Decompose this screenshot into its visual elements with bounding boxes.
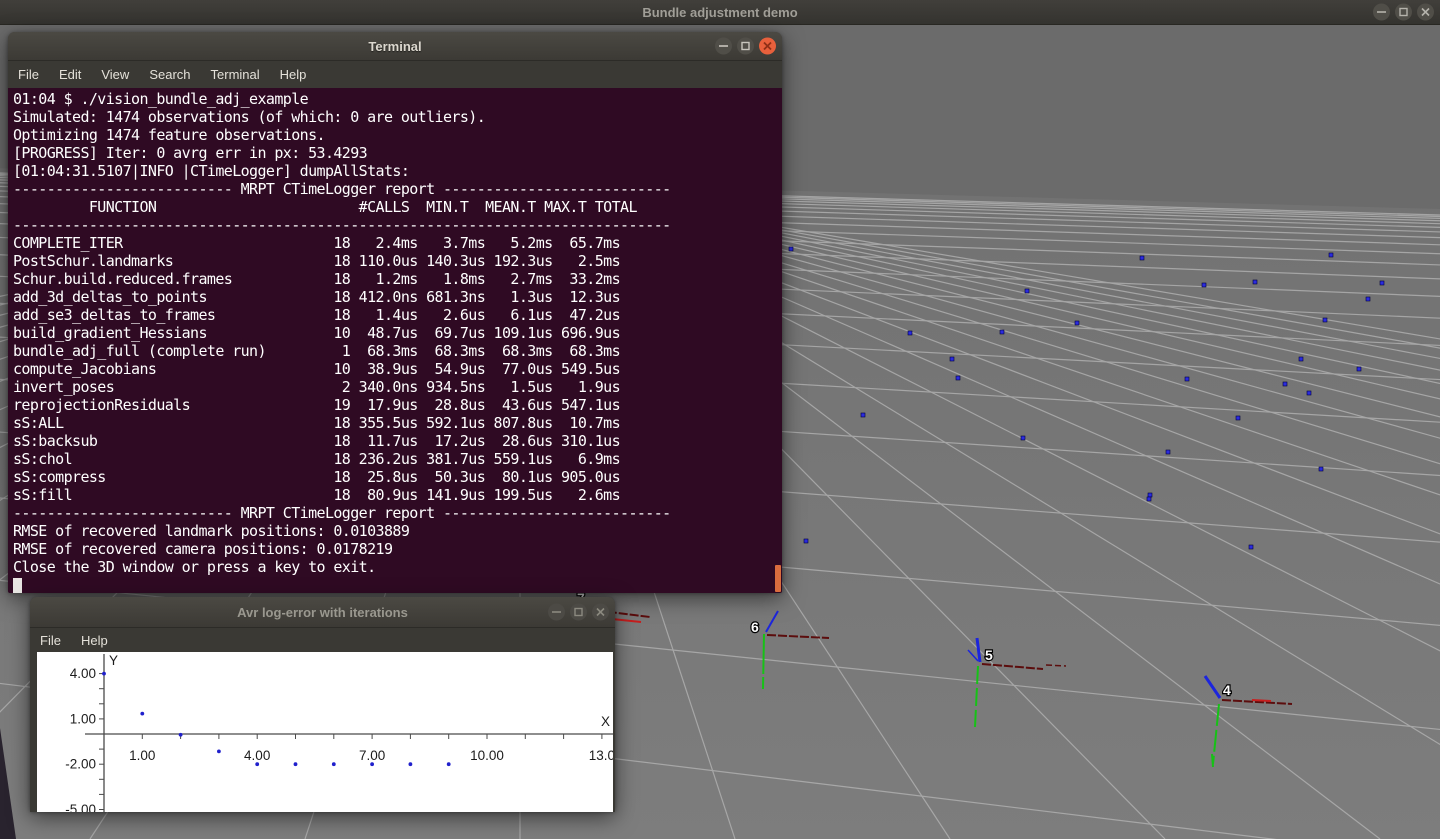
landmark-point (1025, 289, 1029, 293)
y-tick-label: 4.00 (70, 666, 96, 681)
data-point (409, 762, 413, 766)
close-icon[interactable] (759, 38, 776, 55)
x-tick-label: 10.00 (470, 748, 504, 763)
landmark-point (1329, 253, 1333, 257)
terminal-body[interactable]: 01:04 $ ./vision_bundle_adj_example Simu… (8, 88, 782, 593)
menu-item-search[interactable]: Search (139, 63, 200, 86)
terminal-window: Terminal FileEditViewSearchTerminalHelp … (8, 32, 782, 592)
minimize-icon[interactable] (1373, 4, 1390, 21)
x-tick-label: 13.0 (589, 748, 613, 763)
terminal-cursor (13, 578, 22, 593)
landmark-point (1236, 416, 1240, 420)
landmark-point (1185, 377, 1189, 381)
terminal-titlebar[interactable]: Terminal (8, 32, 782, 61)
landmark-point (1075, 321, 1079, 325)
landmark-point (1140, 256, 1144, 260)
terminal-output: 01:04 $ ./vision_bundle_adj_example Simu… (8, 88, 782, 593)
data-point (179, 733, 183, 737)
landmark-point (1021, 436, 1025, 440)
data-point (294, 762, 298, 766)
landmark-point (950, 357, 954, 361)
data-point (447, 762, 451, 766)
main-window-titlebar: Bundle adjustment demo (0, 0, 1440, 25)
x-axis-title: X (601, 714, 610, 729)
maximize-icon[interactable] (1395, 4, 1412, 21)
plot-menubar: FileHelp (30, 628, 615, 652)
main-window-title: Bundle adjustment demo (642, 5, 797, 20)
menu-item-help[interactable]: Help (71, 629, 118, 652)
landmark-point (956, 376, 960, 380)
landmark-point (861, 413, 865, 417)
landmark-point (1366, 297, 1370, 301)
minimize-icon[interactable] (715, 38, 732, 55)
camera-axis (763, 634, 764, 689)
minimize-icon[interactable] (548, 604, 565, 621)
data-point (370, 762, 374, 766)
menu-item-file[interactable]: File (8, 63, 49, 86)
landmark-point (1166, 450, 1170, 454)
plot-titlebar[interactable]: Avr log-error with iterations (30, 597, 615, 628)
plot-window-title: Avr log-error with iterations (237, 605, 408, 620)
camera-label: 6 (751, 619, 759, 635)
landmark-point (1249, 545, 1253, 549)
y-tick-label: 1.00 (70, 711, 96, 726)
landmark-point (804, 539, 808, 543)
x-tick-label: 1.00 (129, 748, 155, 763)
data-point (332, 762, 336, 766)
y-tick-label: -5.00 (65, 802, 96, 812)
landmark-point (1380, 281, 1384, 285)
x-tick-label: 4.00 (244, 748, 270, 763)
menu-item-file[interactable]: File (30, 629, 71, 652)
close-icon[interactable] (1417, 4, 1434, 21)
landmark-point (1202, 283, 1206, 287)
terminal-menubar: FileEditViewSearchTerminalHelp (8, 61, 782, 88)
landmark-point (1147, 497, 1151, 501)
menu-item-view[interactable]: View (91, 63, 139, 86)
camera-axis (1252, 700, 1271, 701)
landmark-point (1000, 330, 1004, 334)
landmark-point (1148, 493, 1152, 497)
terminal-scrollbar-thumb[interactable] (775, 565, 781, 592)
camera-axis (1212, 754, 1213, 767)
landmark-point (908, 331, 912, 335)
x-tick-label: 7.00 (359, 748, 385, 763)
landmark-point (1357, 367, 1361, 371)
y-tick-label: -2.00 (65, 757, 96, 772)
menu-item-help[interactable]: Help (270, 63, 317, 86)
close-icon[interactable] (592, 604, 609, 621)
y-axis-title: Y (109, 653, 118, 668)
data-point (255, 762, 259, 766)
camera-label: 5 (985, 647, 993, 663)
maximize-icon[interactable] (737, 38, 754, 55)
plot-canvas[interactable]: 1.00 4.00 7.00 10.00 13.0 4.00 1.00 -2.00 -5.00 Y… (30, 652, 615, 812)
terminal-title: Terminal (368, 39, 421, 54)
plot-window: Avr log-error with iterations FileHelp 1… (30, 597, 615, 811)
landmark-point (1323, 318, 1327, 322)
data-point (140, 712, 144, 716)
landmark-point (1299, 357, 1303, 361)
camera-label: 4 (1223, 682, 1231, 698)
landmark-point (789, 247, 793, 251)
landmark-point (1283, 382, 1287, 386)
menu-item-terminal[interactable]: Terminal (201, 63, 270, 86)
landmark-point (1307, 391, 1311, 395)
data-point (217, 749, 221, 753)
landmark-point (1253, 280, 1257, 284)
data-point (102, 672, 106, 676)
maximize-icon[interactable] (570, 604, 587, 621)
landmark-point (1319, 467, 1323, 471)
menu-item-edit[interactable]: Edit (49, 63, 91, 86)
